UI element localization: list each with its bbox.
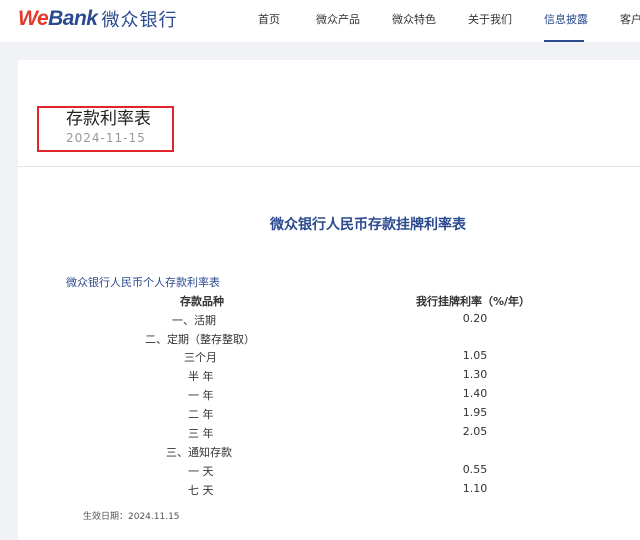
table-row-value: 0.20 [462, 312, 488, 325]
table-row-label: 一 天 [188, 465, 214, 478]
column-header-product: 存款品种 [180, 295, 224, 308]
nav-item-products[interactable]: 微众产品 [316, 11, 360, 27]
table-row-label: 一 年 [188, 389, 214, 402]
table-row-label: 三、通知存款 [166, 446, 232, 459]
nav-item-features[interactable]: 微众特色 [392, 11, 436, 27]
nav-item-home[interactable]: 首页 [258, 11, 280, 27]
column-header-rate: 我行挂牌利率（%/年） [416, 295, 531, 308]
nav-item-disclosure[interactable]: 信息披露 [544, 11, 588, 27]
table-row-label: 二、定期（整存整取） [145, 333, 255, 346]
table-row-value: 0.55 [462, 463, 488, 476]
table-caption: 微众银行人民币个人存款利率表 [66, 276, 220, 289]
effective-date: 生效日期：2024.11.15 [83, 512, 180, 522]
table-row-value: 1.40 [462, 387, 488, 400]
nav-item-about[interactable]: 关于我们 [468, 11, 512, 27]
table-row-value: 1.30 [462, 368, 488, 381]
table-row-label: 一、活期 [172, 314, 216, 327]
page-title: 存款利率表 [66, 109, 151, 129]
table-row-value: 1.10 [462, 482, 488, 495]
site-header: We Bank 微众银行 首页 微众产品 微众特色 关于我们 信息披露 客户 [0, 0, 640, 42]
table-row-label: 三 年 [188, 427, 214, 440]
document-heading: 微众银行人民币存款挂牌利率表 [270, 217, 466, 233]
title-divider [18, 166, 640, 167]
table-row-label: 半 年 [188, 370, 214, 383]
table-row-value: 2.05 [462, 425, 488, 438]
table-row-label: 二 年 [188, 408, 214, 421]
nav-item-customer[interactable]: 客户 [620, 11, 640, 27]
table-row-label: 三个月 [184, 351, 217, 364]
table-row-label: 七 天 [188, 484, 214, 497]
main-nav: 首页 微众产品 微众特色 关于我们 信息披露 客户 [0, 0, 640, 42]
table-row-value: 1.95 [462, 406, 488, 419]
table-row-value: 1.05 [462, 349, 488, 362]
page-date: 2024-11-15 [66, 131, 146, 145]
nav-active-indicator [544, 40, 584, 42]
